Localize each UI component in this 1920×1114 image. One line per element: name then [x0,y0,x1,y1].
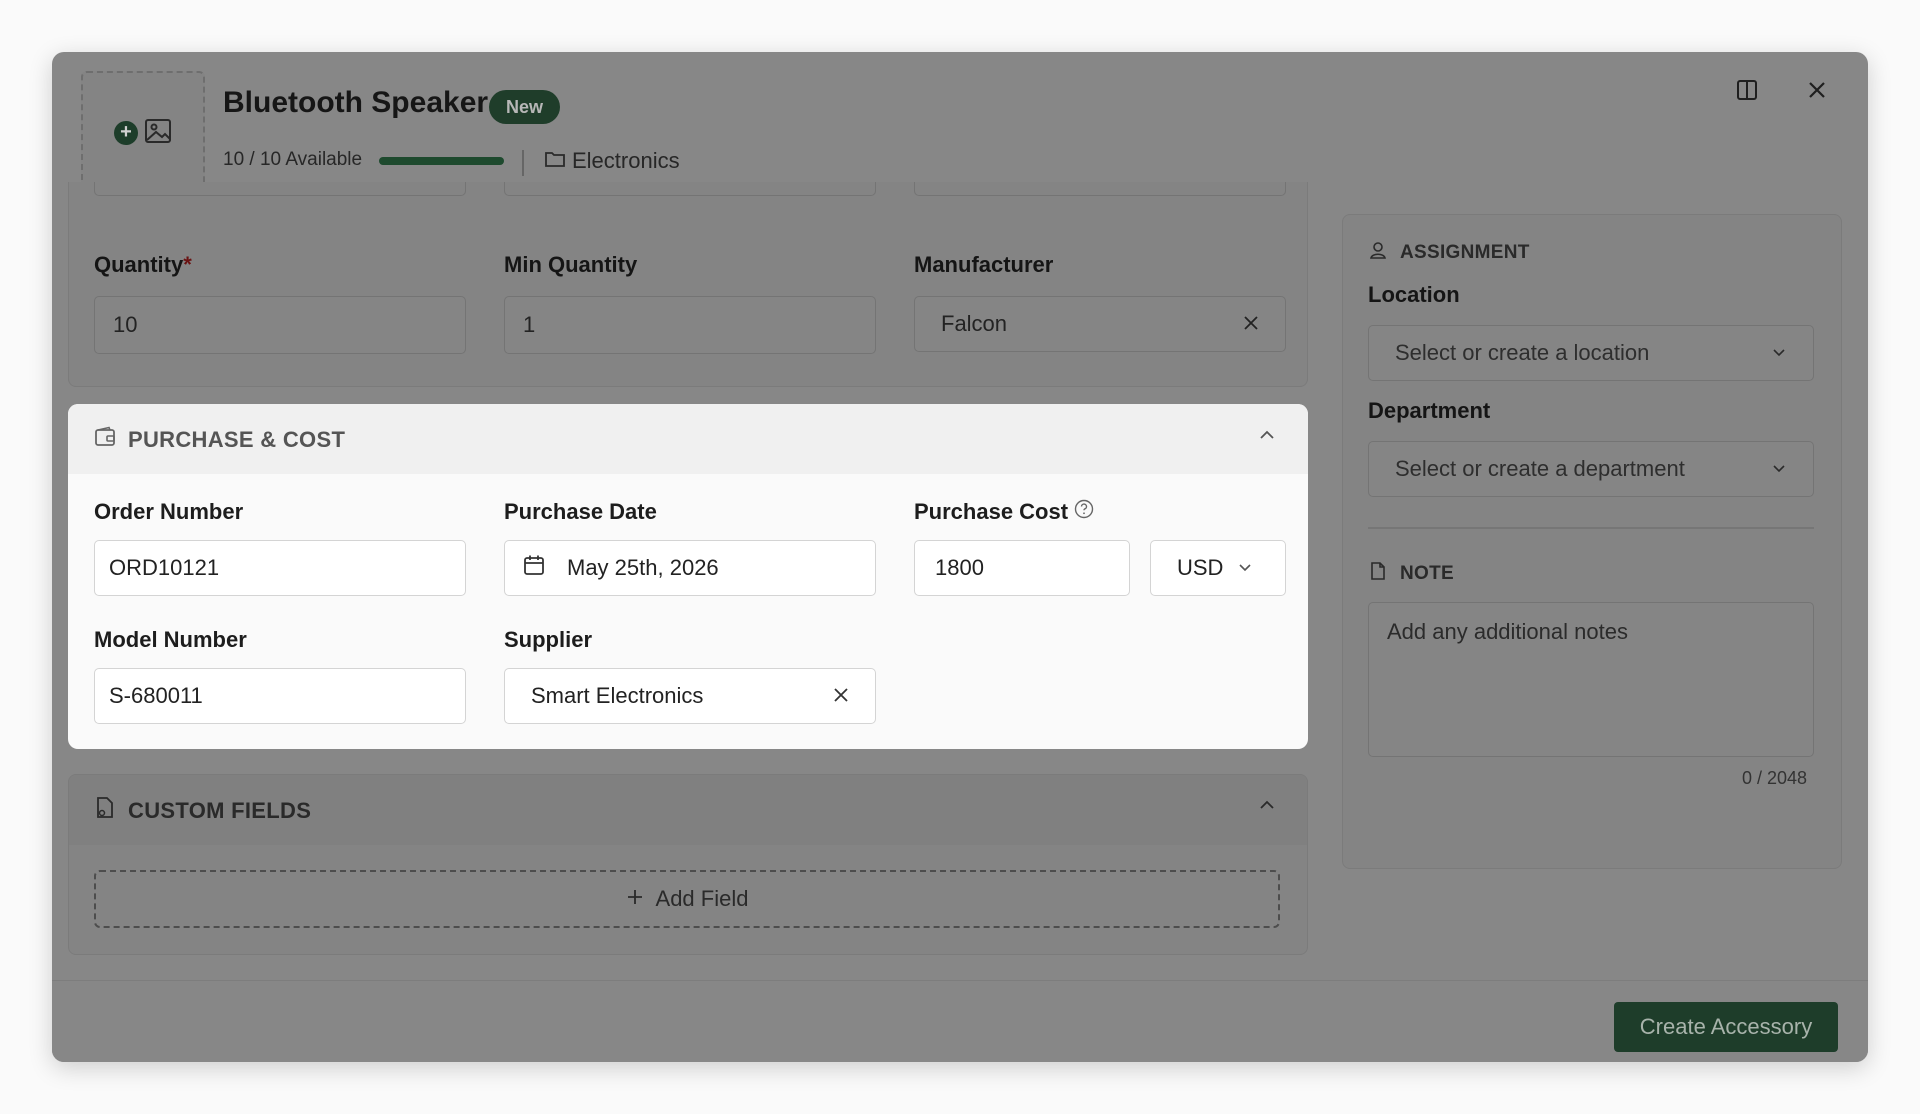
close-icon [1808,81,1826,104]
currency-select[interactable]: USD [1150,540,1286,596]
collapse-purchase-icon[interactable] [1258,426,1276,449]
panel-divider [1368,527,1814,529]
create-accessory-button[interactable]: Create Accessory [1614,1002,1838,1052]
panel-icon [1736,79,1758,106]
order-number-value: ORD10121 [109,555,220,580]
file-settings-icon [94,796,116,826]
purchase-date-value: May 25th, 2026 [567,555,719,580]
close-button[interactable] [1802,77,1832,107]
department-select[interactable]: Select or create a department [1368,441,1814,497]
order-number-field[interactable]: ORD10121 [94,540,466,596]
manufacturer-label: Manufacturer [914,252,1054,277]
help-icon[interactable] [1074,499,1094,525]
image-icon [144,118,172,149]
chevron-down-icon [1771,456,1787,482]
availability-progress-bar [379,157,504,165]
image-upload-placeholder[interactable]: + [81,71,205,195]
purchase-date-picker[interactable]: May 25th, 2026 [504,540,876,596]
add-field-button[interactable]: Add Field [94,870,1280,928]
purchase-cost-title: PURCHASE & COST [94,426,345,454]
purchase-cost-title-text: PURCHASE & COST [128,427,346,452]
purchase-cost-label-text: Purchase Cost [914,499,1069,524]
note-icon [1368,561,1388,587]
create-accessory-dialog: + Bluetooth Speaker New 10 / 10 Availabl… [52,52,1868,1062]
manufacturer-select[interactable]: Falcon [914,296,1286,352]
note-textarea[interactable]: Add any additional notes [1368,602,1814,757]
assignment-title: ASSIGNMENT [1368,240,1530,266]
custom-fields-title-text: CUSTOM FIELDS [128,798,312,823]
quantity-value: 10 [113,312,138,337]
clear-manufacturer-icon[interactable] [1243,311,1259,337]
supplier-select[interactable]: Smart Electronics [504,668,876,724]
clipped-field [914,182,1286,196]
department-label: Department [1368,398,1491,423]
model-number-label: Model Number [94,627,247,652]
model-number-field[interactable]: S-680011 [94,668,466,724]
add-field-label: Add Field [655,886,749,911]
purchase-cost-value: 1800 [935,555,984,580]
min-quantity-value: 1 [523,312,536,337]
department-placeholder: Select or create a department [1395,456,1685,481]
model-number-value: S-680011 [109,683,203,708]
clear-supplier-icon[interactable] [833,683,849,709]
quantity-field[interactable]: 10 [94,296,466,354]
collapse-custom-fields-icon[interactable] [1258,796,1276,819]
chevron-down-icon [1771,340,1787,366]
chevron-down-icon [1237,555,1253,581]
category-label: Electronics [572,148,680,173]
purchase-cost-label: Purchase Cost [914,499,1094,525]
supplier-value: Smart Electronics [531,683,704,708]
manufacturer-value: Falcon [941,311,1008,336]
assignment-title-text: ASSIGNMENT [1400,242,1530,263]
location-placeholder: Select or create a location [1395,340,1650,365]
location-select[interactable]: Select or create a location [1368,325,1814,381]
note-title: NOTE [1368,561,1454,587]
clipped-field [94,182,466,196]
note-title-text: NOTE [1400,563,1454,584]
availability-text: 10 / 10 Available [223,149,363,170]
page-title: Bluetooth Speaker [223,86,489,119]
note-placeholder: Add any additional notes [1387,619,1628,644]
user-icon [1368,240,1388,266]
note-character-counter: 0 / 2048 [1742,768,1808,788]
min-quantity-field[interactable]: 1 [504,296,876,354]
clipped-field [504,182,876,196]
quantity-label-text: Quantity [94,252,184,277]
wallet-icon [94,426,116,454]
order-number-label: Order Number [94,499,244,524]
folder-icon [544,148,566,174]
location-label: Location [1368,282,1460,307]
purchase-cost-card: PURCHASE & COST Order Number ORD10121 Pu… [68,404,1308,749]
supplier-label: Supplier [504,627,593,652]
status-badge: New [489,90,561,124]
inventory-card [68,182,1308,387]
plus-icon [626,886,644,912]
category-link[interactable]: Electronics [544,148,680,174]
currency-value: USD [1177,555,1224,580]
min-quantity-label: Min Quantity [504,252,638,277]
add-circle-icon: + [114,121,138,145]
availability-progress-fill [379,157,504,165]
purchase-date-label: Purchase Date [504,499,657,524]
required-marker: * [183,252,192,277]
split-view-button[interactable] [1732,77,1762,107]
dialog-footer [52,980,1868,1062]
calendar-icon [523,554,545,582]
quantity-label: Quantity* [94,252,192,278]
custom-fields-title: CUSTOM FIELDS [94,796,311,826]
purchase-cost-field[interactable]: 1800 [914,540,1130,596]
header-divider [522,150,524,176]
